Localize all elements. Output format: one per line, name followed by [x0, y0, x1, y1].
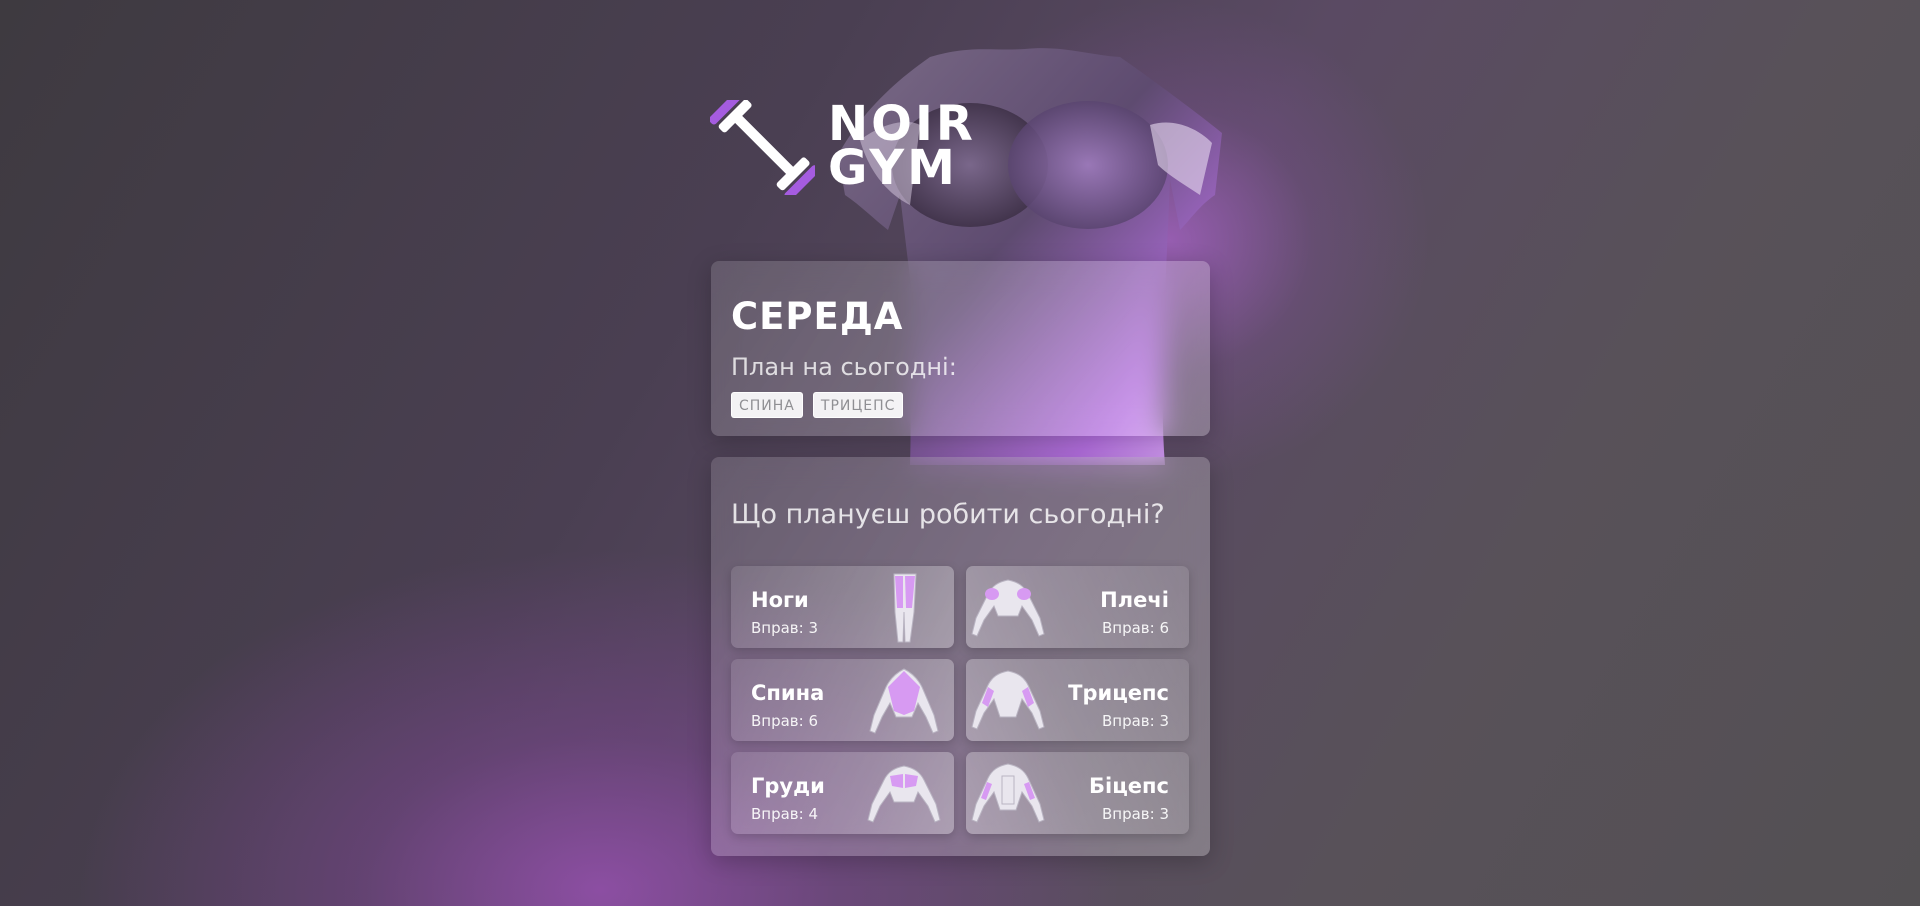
- brand-wordmark: NOIR GYM: [828, 100, 976, 196]
- back-icon: [869, 668, 939, 734]
- plan-tags: СПИНА ТРИЦЕПС: [731, 392, 904, 418]
- exercise-count: Вправ: 3: [751, 619, 819, 637]
- exercise-count: Вправ: 3: [1101, 805, 1169, 823]
- picker-question: Що плануєш робити сьогодні?: [731, 499, 1165, 530]
- chest-icon: [867, 765, 941, 823]
- plan-label: План на сьогодні:: [731, 353, 957, 381]
- exercise-count: Вправ: 4: [751, 805, 819, 823]
- muscle-card-triceps[interactable]: Трицепс Вправ: 3: [966, 659, 1189, 741]
- muscle-name: Плечі: [1100, 588, 1169, 612]
- biceps-icon: [971, 763, 1045, 823]
- muscle-name: Груди: [751, 774, 825, 798]
- muscle-group-picker: Що плануєш робити сьогодні? Ноги Вправ: …: [711, 457, 1210, 856]
- plan-tag-triceps: ТРИЦЕПС: [812, 392, 904, 418]
- muscle-name: Трицепс: [1068, 681, 1169, 705]
- today-plan-card: СЕРЕДА План на сьогодні: СПИНА ТРИЦЕПС: [711, 261, 1210, 436]
- exercise-count: Вправ: 3: [1101, 712, 1169, 730]
- brand-line-2: GYM: [828, 140, 958, 196]
- dumbbell-logo-icon: [710, 100, 815, 195]
- exercise-count: Вправ: 6: [1101, 619, 1169, 637]
- muscle-card-shoulders[interactable]: Плечі Вправ: 6: [966, 566, 1189, 648]
- triceps-icon: [971, 670, 1045, 730]
- muscle-card-legs[interactable]: Ноги Вправ: 3: [731, 566, 954, 648]
- muscle-group-grid: Ноги Вправ: 3 Плечі Вправ: 6 Спина Вправ…: [731, 566, 1189, 834]
- shoulders-icon: [971, 579, 1045, 637]
- muscle-card-biceps[interactable]: Біцепс Вправ: 3: [966, 752, 1189, 834]
- muscle-card-chest[interactable]: Груди Вправ: 4: [731, 752, 954, 834]
- muscle-name: Біцепс: [1089, 774, 1169, 798]
- plan-tag-back: СПИНА: [731, 392, 803, 418]
- legs-icon: [893, 573, 917, 643]
- muscle-name: Спина: [751, 681, 825, 705]
- muscle-name: Ноги: [751, 588, 809, 612]
- exercise-count: Вправ: 6: [751, 712, 819, 730]
- muscle-card-back[interactable]: Спина Вправ: 6: [731, 659, 954, 741]
- brand-logo: NOIR GYM: [710, 100, 980, 195]
- day-title: СЕРЕДА: [731, 295, 904, 338]
